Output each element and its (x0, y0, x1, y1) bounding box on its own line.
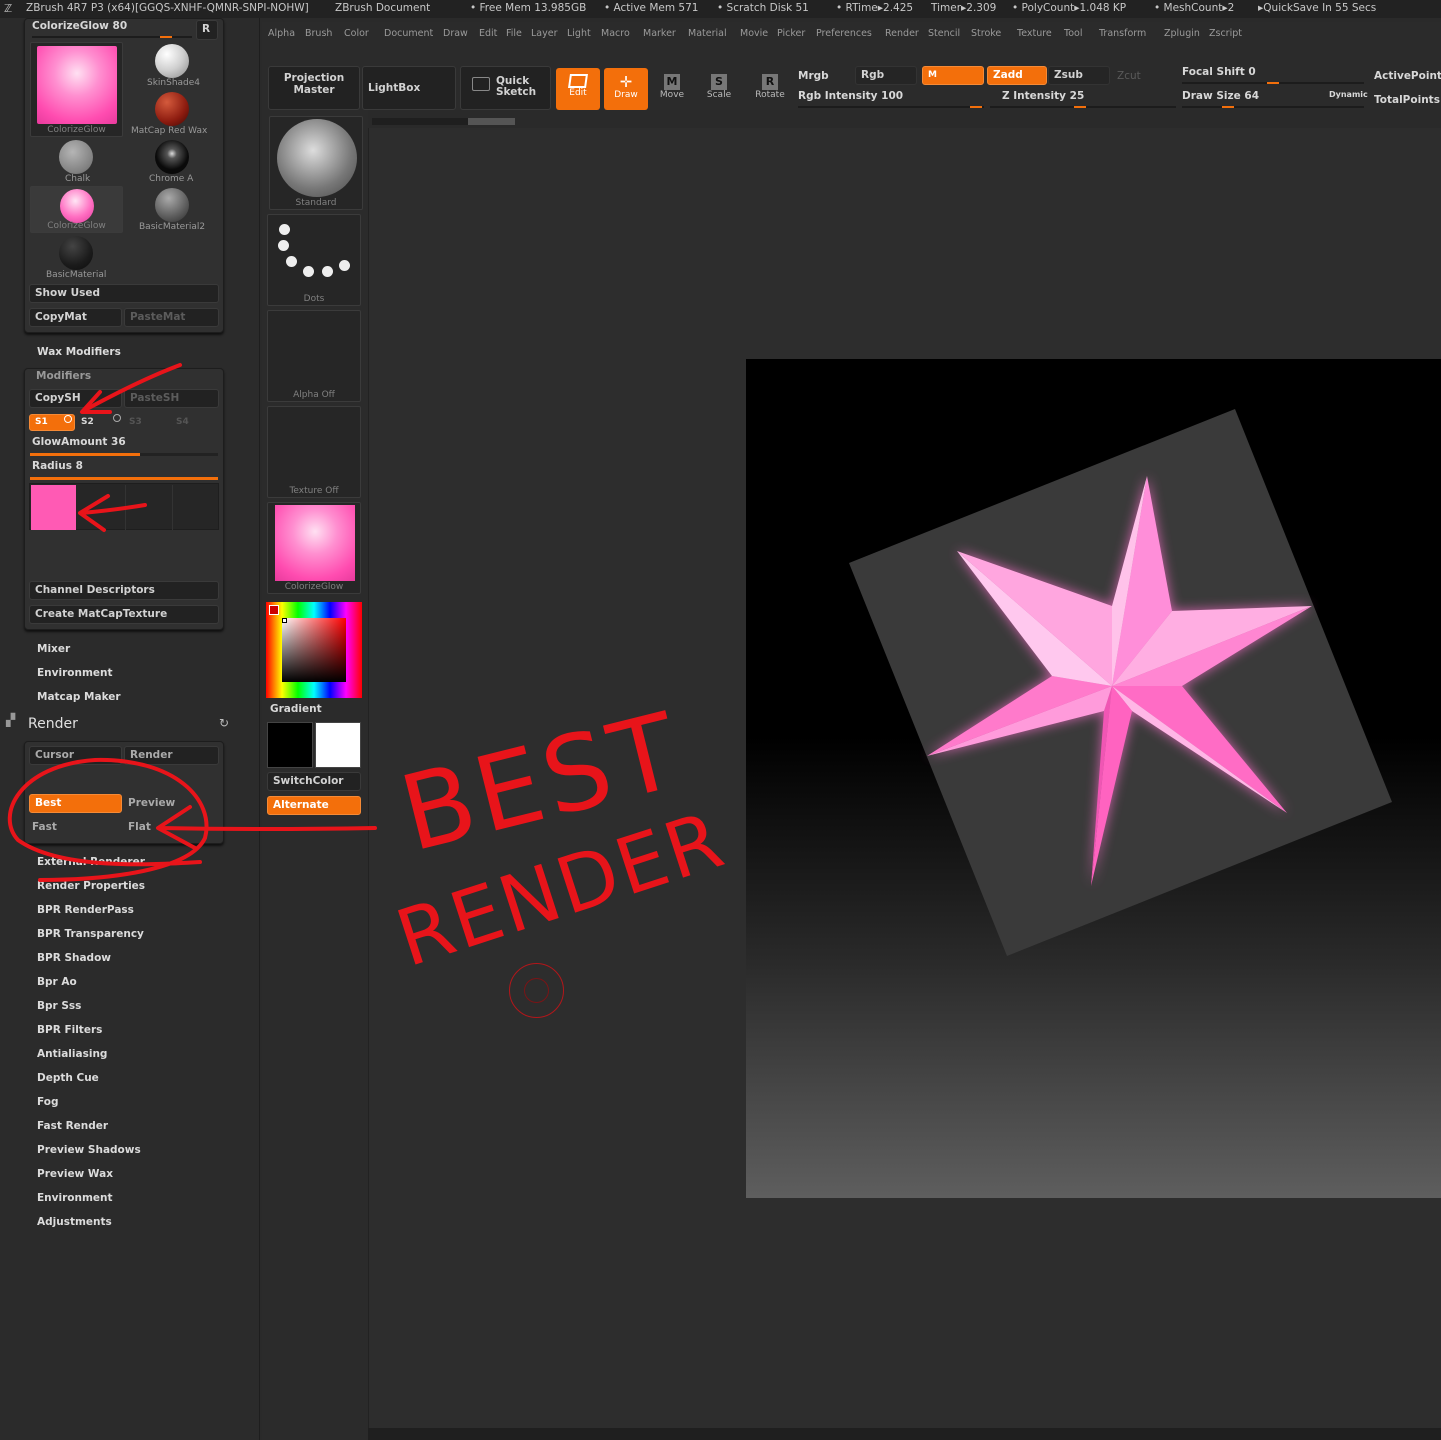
circle-around-best (7, 757, 209, 882)
red-annotation (7, 363, 377, 882)
arrow-to-best (158, 826, 377, 831)
arrow-to-s1 (83, 363, 182, 412)
app-window: { "titlebar":{"app":"ZBrush 4R7 P3 (x64)… (0, 0, 1441, 1440)
